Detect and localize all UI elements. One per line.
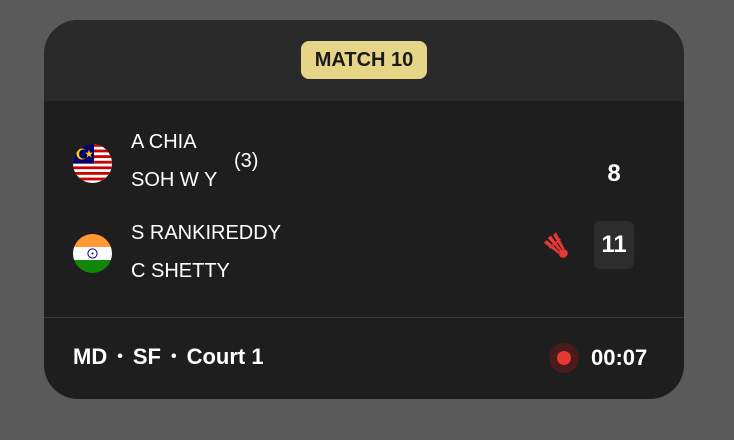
shuttlecock-icon [542, 231, 572, 261]
match-number-badge: MATCH 10 [301, 41, 427, 79]
malaysia-flag-icon [73, 144, 112, 183]
card-header: MATCH 10 [44, 20, 684, 101]
live-record-icon [549, 343, 579, 373]
live-timer: 00:07 [549, 342, 647, 374]
team-row-1: A CHIA SOH W Y (3) 8 [44, 126, 684, 206]
team-row-2: S RANKIREDDY C SHETTY 11 [44, 218, 684, 298]
team-score: 11 [594, 221, 634, 269]
match-info: MD • SF • Court 1 [73, 342, 264, 372]
team-score: 8 [607, 160, 621, 187]
separator-dot: • [170, 348, 177, 365]
event-label: MD [73, 344, 108, 369]
seed-label: (3) [234, 150, 259, 172]
india-flag-icon [73, 234, 112, 273]
round-label: SF [132, 344, 161, 369]
divider [44, 317, 684, 318]
player-name: S RANKIREDDY [131, 222, 282, 244]
match-time: 00:07 [591, 345, 648, 370]
player-name: SOH W Y [131, 169, 218, 191]
separator-dot: • [117, 348, 123, 365]
player-name: A CHIA [131, 131, 197, 153]
player-name: C SHETTY [131, 260, 230, 282]
match-card[interactable]: MATCH 10 A CHIA SOH W Y (3) 8 S RANKIRED… [44, 20, 684, 399]
court-label: Court 1 [186, 344, 264, 369]
